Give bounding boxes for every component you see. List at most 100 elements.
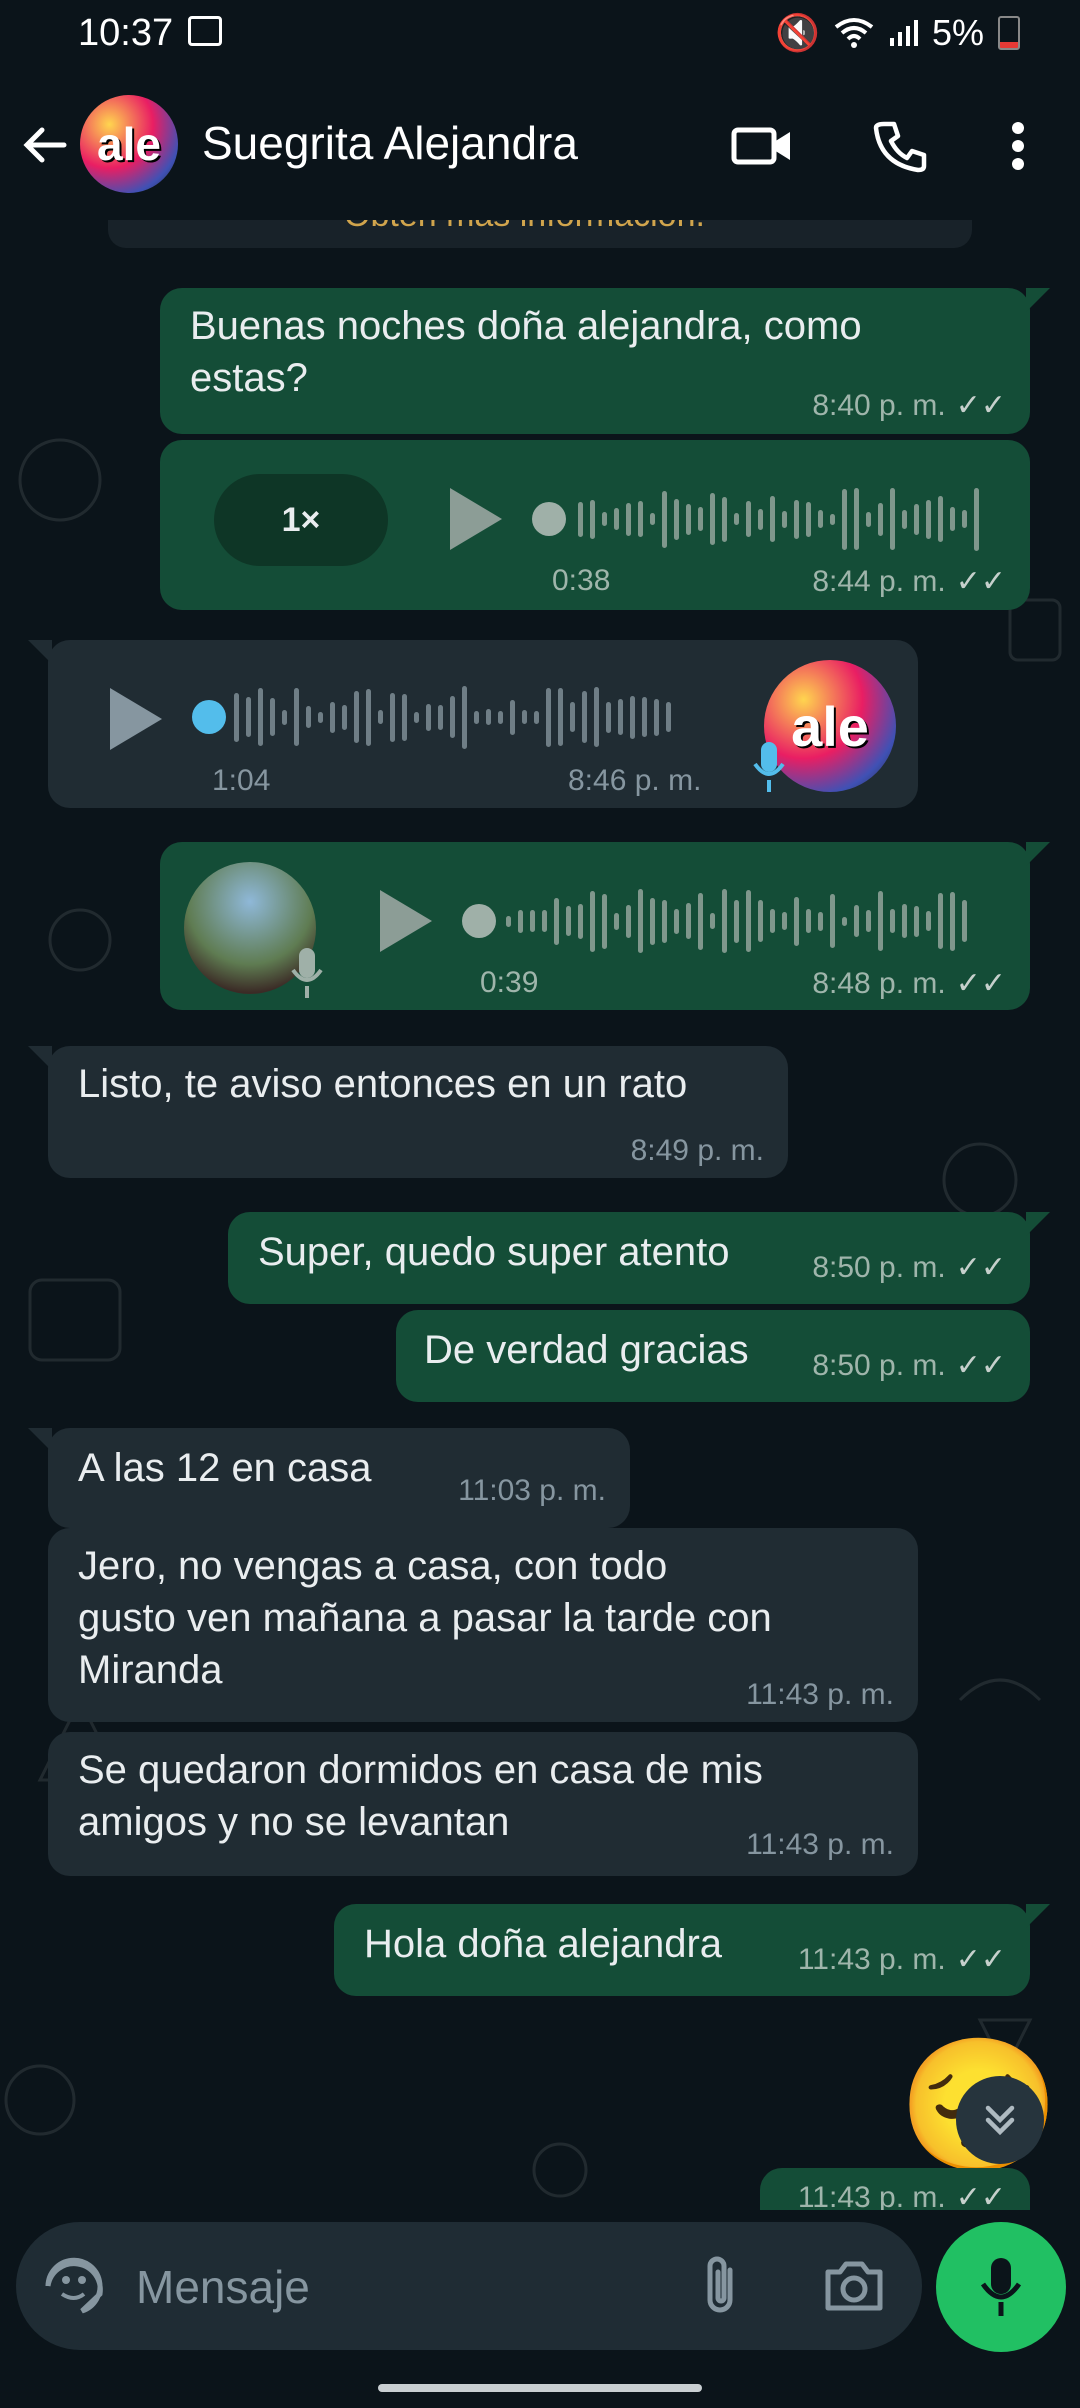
double-chevron-down-icon [985, 2105, 1015, 2136]
waveform-bar [330, 701, 335, 733]
waveform-bar [402, 693, 407, 741]
waveform-bar [590, 499, 595, 539]
incoming-message[interactable]: Listo, te aviso entonces en un rato 8:49… [48, 1046, 788, 1178]
waveform-bar [498, 710, 503, 724]
waveform-bar [518, 909, 523, 933]
waveform-bar [710, 493, 715, 545]
message-meta: 11:43 p. m. [746, 1678, 894, 1711]
waveform-bar [390, 692, 395, 742]
status-bar: 10:37 🔇 5% [0, 0, 1080, 70]
outgoing-message[interactable]: Hola doña alejandra 11:43 p. m. ✓✓ [334, 1904, 1050, 1996]
outgoing-message[interactable]: Super, quedo super atento 8:50 p. m. ✓✓ [228, 1212, 1050, 1304]
message-meta: 11:43 p. m. ✓✓ [798, 2180, 1006, 2211]
waveform-bar [318, 711, 323, 723]
waveform-bar [342, 704, 347, 730]
waveform-bar [638, 889, 643, 953]
waveform-bar [546, 687, 551, 747]
read-receipt-icon: ✓✓ [955, 967, 1006, 1000]
scroll-to-bottom-button[interactable] [956, 2076, 1044, 2164]
read-receipt-icon: ✓✓ [955, 2181, 1006, 2210]
overflow-menu-button[interactable] [978, 106, 1058, 186]
video-call-button[interactable] [722, 106, 802, 186]
waveform-bar [306, 706, 311, 728]
voice-call-button[interactable] [860, 106, 940, 186]
contact-name[interactable]: Suegrita Alejandra [202, 116, 578, 170]
waveform-bar [666, 702, 671, 732]
waveform-bar [614, 912, 619, 930]
seek-dot[interactable] [192, 700, 226, 734]
waveform-bar [258, 688, 263, 746]
waveform-bar [890, 909, 895, 933]
read-receipt-icon: ✓✓ [955, 565, 1006, 598]
waveform-bar [878, 891, 883, 951]
more-vert-icon [1012, 122, 1024, 170]
attach-icon[interactable] [700, 2254, 740, 2318]
waveform-bar [782, 912, 787, 930]
outgoing-voice-message[interactable]: 1× 0:38 8:44 p. m. ✓✓ [160, 440, 1030, 610]
incoming-voice-message[interactable]: 1:04 8:46 p. m. ale [48, 640, 918, 808]
waveform-bar [570, 702, 575, 732]
waveform-bar [366, 688, 371, 746]
play-icon[interactable] [106, 684, 166, 754]
seek-dot[interactable] [462, 904, 496, 938]
waveform[interactable] [578, 478, 979, 560]
waveform-bar [530, 910, 535, 932]
chat-header: ale Suegrita Alejandra [0, 70, 1080, 220]
incoming-message[interactable]: Jero, no vengas a casa, con todo gusto v… [48, 1528, 918, 1722]
message-input[interactable]: Mensaje [136, 2260, 310, 2314]
waveform-bar [806, 909, 811, 933]
waveform-bar [698, 892, 703, 950]
waveform-bar [770, 909, 775, 933]
waveform-bar [782, 510, 787, 528]
playback-speed-button[interactable]: 1× [214, 474, 388, 566]
read-receipt-icon: ✓✓ [955, 1943, 1006, 1976]
outgoing-voice-message[interactable]: 0:39 8:48 p. m. ✓✓ [160, 842, 1050, 1010]
seek-dot[interactable] [532, 502, 566, 536]
waveform-bar [854, 488, 859, 550]
message-meta: 11:03 p. m. [458, 1474, 606, 1507]
waveform-bar [830, 513, 835, 525]
waveform-bar [566, 906, 571, 936]
waveform-bar [602, 893, 607, 949]
message-meta: 8:46 p. m. [568, 764, 702, 797]
contact-avatar[interactable]: ale [80, 95, 178, 193]
waveform-bar [554, 897, 559, 945]
waveform-bar [650, 513, 655, 525]
gesture-nav-bar[interactable] [378, 2384, 702, 2392]
outgoing-message[interactable]: De verdad gracias 8:50 p. m. ✓✓ [396, 1310, 1030, 1402]
outgoing-message[interactable]: 11:43 p. m. ✓✓ [760, 2168, 1030, 2210]
waveform-bar [542, 910, 547, 932]
waveform-bar [594, 687, 599, 747]
waveform-bar [734, 899, 739, 943]
waveform[interactable] [506, 880, 967, 962]
waveform-bar [890, 488, 895, 550]
message-list[interactable]: Obtén más información. Buenas noches doñ… [0, 220, 1080, 2210]
voice-record-button[interactable] [936, 2222, 1066, 2352]
camera-icon[interactable] [822, 2258, 886, 2314]
outgoing-message[interactable]: Buenas noches doña alejandra, como estas… [160, 288, 1050, 434]
read-receipt-icon: ✓✓ [955, 1349, 1006, 1382]
waveform-bar [626, 904, 631, 938]
system-notice[interactable]: Obtén más información. [108, 220, 972, 248]
waveform[interactable] [234, 676, 671, 758]
incoming-message[interactable]: Se quedaron dormidos en casa de mis amig… [48, 1732, 918, 1876]
waveform-bar [414, 711, 419, 723]
read-receipt-icon: ✓✓ [955, 389, 1006, 422]
waveform-bar [950, 507, 955, 531]
incoming-message[interactable]: A las 12 en casa 11:03 p. m. [48, 1428, 630, 1528]
waveform-bar [830, 894, 835, 948]
waveform-bar [722, 496, 727, 542]
waveform-bar [618, 699, 623, 735]
mute-icon: 🔇 [775, 12, 820, 53]
waveform-bar [474, 710, 479, 724]
play-icon[interactable] [376, 886, 436, 956]
back-arrow-icon[interactable] [20, 120, 70, 170]
waveform-bar [938, 496, 943, 542]
read-receipt-icon: ✓✓ [955, 1251, 1006, 1284]
play-icon[interactable] [446, 484, 506, 554]
sticker-icon[interactable] [42, 2254, 106, 2318]
waveform-bar [626, 502, 631, 536]
waveform-bar [698, 507, 703, 531]
waveform-bar [902, 509, 907, 529]
waveform-bar [866, 511, 871, 527]
